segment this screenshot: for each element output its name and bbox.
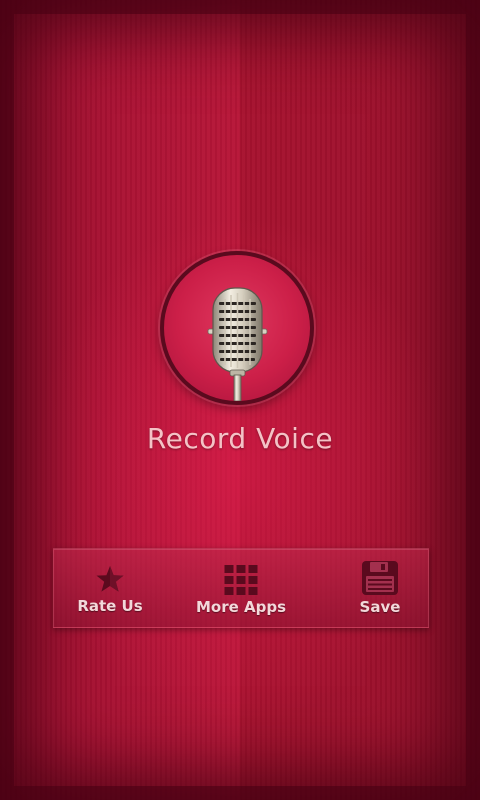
app-screen: Record Voice Rate Us More Apps Save — [0, 0, 480, 800]
save-label: Save — [359, 598, 401, 616]
more-apps-label: More Apps — [195, 598, 287, 616]
microphone-icon — [207, 287, 268, 401]
save-button[interactable]: Save — [336, 549, 424, 627]
rate-us-label: Rate Us — [77, 597, 143, 615]
app-title: Record Voice — [146, 422, 334, 455]
more-apps-button[interactable]: More Apps — [190, 549, 292, 627]
star-icon — [96, 566, 124, 592]
record-button[interactable] — [160, 251, 314, 405]
floppy-disk-icon — [362, 561, 398, 595]
rate-us-button[interactable]: Rate Us — [64, 549, 156, 627]
bottom-toolbar: Rate Us More Apps Save — [53, 548, 429, 628]
grid-icon — [224, 565, 258, 595]
